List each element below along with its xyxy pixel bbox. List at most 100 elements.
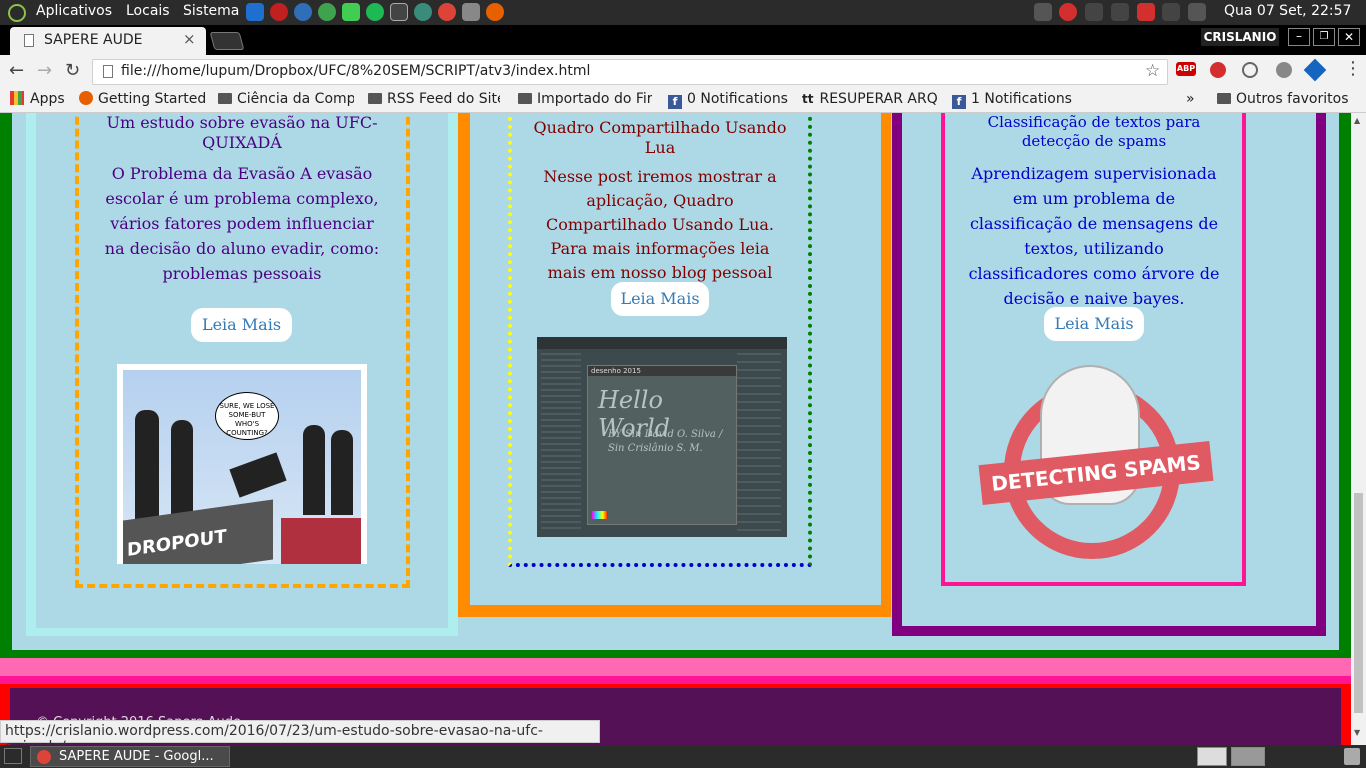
taskbar-window-button[interactable]: SAPERE AUDE - Googl... xyxy=(30,746,230,767)
color-palette xyxy=(592,511,608,519)
restore-button[interactable]: ❐ xyxy=(1313,28,1335,46)
card-2-title: Quadro Compartilhado Usando Lua xyxy=(533,118,787,157)
scroll-up-icon[interactable]: ▲ xyxy=(1354,116,1360,125)
bookmark-notifications-0[interactable]: f 0 Notifications xyxy=(668,91,788,109)
spotify-icon[interactable] xyxy=(366,3,384,21)
sublime-icon[interactable] xyxy=(462,3,480,21)
address-bar[interactable]: file:///home/lupum/Dropbox/UFC/8%20SEM/S… xyxy=(92,59,1168,85)
clock[interactable]: Qua 07 Set, 22:57 xyxy=(1224,3,1351,19)
folder-icon xyxy=(518,93,532,104)
menu-applications[interactable]: Aplicativos xyxy=(36,3,112,19)
bluetooth-icon[interactable] xyxy=(1085,3,1103,21)
back-icon[interactable]: ← xyxy=(9,60,24,81)
bookmark-label: RESUPERAR ARQ xyxy=(819,91,938,107)
bookmark-getting-started[interactable]: Getting Started xyxy=(79,91,206,107)
system-panel: Aplicativos Locais Sistema Qua 07 Set, 2… xyxy=(0,0,1366,25)
bookmark-recuperar[interactable]: tt RESUPERAR ARQ xyxy=(802,91,938,107)
taskbar: SAPERE AUDE - Googl... xyxy=(0,745,1366,768)
site-icon: tt xyxy=(802,92,814,106)
drawing-window: desenho 2015 Hello World BY Sin David O.… xyxy=(587,365,737,525)
bookmark-label: 1 Notifications xyxy=(971,91,1072,107)
bookmark-star-icon[interactable]: ☆ xyxy=(1145,61,1160,81)
stage xyxy=(281,518,361,564)
firefox-icon xyxy=(79,91,93,105)
folder-icon xyxy=(218,93,232,104)
card-1-read-more-button[interactable]: Leia Mais xyxy=(191,308,292,342)
qt-icon[interactable] xyxy=(342,3,360,21)
graduate-figure xyxy=(135,410,159,520)
pink-strip xyxy=(0,668,1351,676)
menu-system[interactable]: Sistema xyxy=(183,3,239,19)
bookmark-label: 0 Notifications xyxy=(687,91,788,107)
apps-grid-icon xyxy=(10,91,24,105)
page-viewport: Um estudo sobre evasão na UFC-QUIXADÁ O … xyxy=(0,113,1351,745)
card-2-text: Nesse post iremos mostrar a aplicação, Q… xyxy=(543,167,777,282)
network-icon[interactable] xyxy=(270,3,288,21)
bookmark-notifications-1[interactable]: f 1 Notifications xyxy=(952,91,1072,109)
bookmark-label: Importado do Fir xyxy=(537,91,652,107)
app-icon[interactable] xyxy=(318,3,336,21)
extension3-icon[interactable] xyxy=(1276,62,1292,78)
extension-icon[interactable] xyxy=(1210,62,1226,78)
workspace-1[interactable] xyxy=(1197,747,1227,766)
extension2-icon[interactable] xyxy=(1242,62,1258,78)
tab-title: SAPERE AUDE xyxy=(44,32,143,48)
bookmark-folder-importado[interactable]: Importado do Fir xyxy=(518,91,652,107)
firefox-icon[interactable] xyxy=(486,3,504,21)
page-icon xyxy=(24,34,34,47)
terminal-icon[interactable] xyxy=(390,3,408,21)
bookmark-other[interactable]: Outros favoritos xyxy=(1217,91,1349,107)
app2-icon[interactable] xyxy=(414,3,432,21)
minimize-button[interactable]: – xyxy=(1288,28,1310,46)
page-scrollbar[interactable]: ▲ ▼ xyxy=(1351,113,1366,745)
card-1-text: O Problema da Evasão A evasão escolar é … xyxy=(104,164,380,283)
bookmark-apps[interactable]: Apps xyxy=(10,91,65,107)
forward-icon[interactable]: → xyxy=(37,60,52,81)
gmail-icon[interactable] xyxy=(1137,3,1155,21)
taskbar-window-label: SAPERE AUDE - Googl... xyxy=(59,749,214,764)
card-2-image[interactable]: desenho 2015 Hello World BY Sin David O.… xyxy=(537,337,787,537)
reload-icon[interactable]: ↻ xyxy=(65,60,80,81)
block-icon[interactable] xyxy=(1059,3,1077,21)
volume-icon[interactable] xyxy=(1188,3,1206,21)
link-status-bubble: https://crislanio.wordpress.com/2016/07/… xyxy=(0,720,600,755)
close-window-button[interactable]: ✕ xyxy=(1338,28,1360,46)
distro-logo-icon[interactable] xyxy=(8,4,26,22)
bookmark-label: Outros favoritos xyxy=(1236,91,1349,107)
bookmark-folder-ciencia[interactable]: Ciência da Compu xyxy=(218,91,354,107)
tab-active[interactable]: SAPERE AUDE × xyxy=(10,27,206,55)
network-status-icon[interactable] xyxy=(1162,3,1180,21)
adblock-icon[interactable]: ABP xyxy=(1176,62,1196,76)
workspace-2[interactable] xyxy=(1231,747,1265,766)
card-1-title: Um estudo sobre evasão na UFC-QUIXADÁ xyxy=(106,113,378,152)
bookmark-folder-rss[interactable]: RSS Feed do Site xyxy=(368,91,500,107)
card-3-text: Aprendizagem supervisionada em um proble… xyxy=(968,164,1220,308)
card-3-image[interactable]: DETECTING SPAMS xyxy=(978,363,1214,563)
dropbox-icon[interactable] xyxy=(1034,3,1052,21)
close-tab-icon[interactable]: × xyxy=(183,30,196,48)
bookmarks-bar: Apps Getting Started Ciência da Compu RS… xyxy=(0,88,1366,113)
menu-icon[interactable]: ⋮ xyxy=(1344,58,1362,79)
card-3-read-more-button[interactable]: Leia Mais xyxy=(1044,307,1144,341)
url-text: file:///home/lupum/Dropbox/UFC/8%20SEM/S… xyxy=(121,63,591,79)
page-info-icon[interactable] xyxy=(103,65,113,78)
facebook-icon: f xyxy=(952,95,966,109)
profile-button[interactable]: CRISLANIO xyxy=(1201,28,1279,46)
trash-icon[interactable] xyxy=(1344,748,1360,765)
scrollbar-thumb[interactable] xyxy=(1354,493,1363,713)
r-icon[interactable] xyxy=(294,3,312,21)
graduate-figure xyxy=(303,425,325,515)
extension4-icon[interactable] xyxy=(1303,58,1327,82)
card-1-image[interactable]: SURE, WE LOSE SOME-BUT WHO'S COUNTING? D… xyxy=(117,364,367,564)
bookmark-label: RSS Feed do Site xyxy=(387,91,500,107)
card-2-read-more-button[interactable]: Leia Mais xyxy=(611,282,709,316)
scroll-down-icon[interactable]: ▼ xyxy=(1354,728,1360,737)
vscode-icon[interactable] xyxy=(246,3,264,21)
signal-icon[interactable] xyxy=(1111,3,1129,21)
bookmark-label: Getting Started xyxy=(98,91,207,107)
show-desktop-icon[interactable] xyxy=(4,748,22,764)
chrome-icon[interactable] xyxy=(438,3,456,21)
bookmarks-overflow-button[interactable]: » xyxy=(1186,91,1195,107)
new-tab-button[interactable] xyxy=(209,32,245,50)
menu-places[interactable]: Locais xyxy=(126,3,170,19)
